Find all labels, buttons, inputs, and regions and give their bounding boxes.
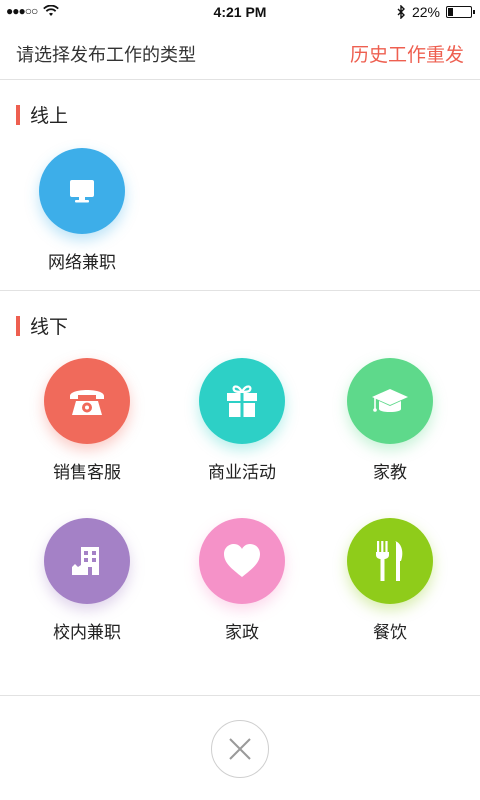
battery-percent: 22% [411,4,440,20]
category-catering-circle [347,518,433,604]
fork-knife-icon [376,541,403,581]
close-button[interactable] [211,720,269,778]
section-title-online-label: 线上 [30,105,69,127]
category-tutoring-circle [347,358,433,444]
category-campus-job-label: 校内兼职 [53,623,121,643]
heart-icon [224,544,260,577]
battery-level [448,8,453,16]
category-online-job-label: 网络兼职 [48,253,116,273]
section-title-offline-label: 线下 [30,316,69,338]
battery-icon [446,6,475,18]
bluetooth-icon [397,5,405,19]
category-business-event-label: 商业活动 [208,463,276,483]
category-sales-service[interactable]: 销售客服 [17,358,157,483]
category-business-event-circle [199,358,285,444]
page-title: 请选择发布工作的类型 [16,45,196,66]
category-online-job[interactable]: 网络兼职 [12,148,152,273]
telephone-icon [70,390,104,415]
category-housekeeping-label: 家政 [225,623,259,643]
category-catering-label: 餐饮 [373,623,407,643]
category-sales-service-label: 销售客服 [53,463,121,483]
section-marker [16,104,20,125]
category-business-event[interactable]: 商业活动 [172,358,312,483]
category-catering[interactable]: 餐饮 [320,518,460,643]
category-campus-job-circle [44,518,130,604]
graduation-cap-icon [372,389,408,412]
section-marker [16,315,20,336]
footer-divider [0,695,480,696]
close-icon [229,738,251,760]
gift-icon [227,385,257,417]
category-housekeeping[interactable]: 家政 [172,518,312,643]
category-housekeeping-circle [199,518,285,604]
category-online-job-circle [39,148,125,234]
section-divider [0,290,480,291]
category-sales-service-circle [44,358,130,444]
category-tutoring[interactable]: 家教 [320,358,460,483]
history-repost-button[interactable]: 历史工作重发 [350,40,464,67]
status-bar: ●●●○○ 4:21 PM 22% [0,0,480,24]
status-bar-right: 22% [397,4,475,20]
section-title-offline: 线下 [16,312,68,339]
category-tutoring-label: 家教 [373,463,407,483]
monitor-icon [70,180,94,203]
header: 请选择发布工作的类型 历史工作重发 [0,24,480,80]
category-campus-job[interactable]: 校内兼职 [17,518,157,643]
building-icon [72,547,99,575]
section-title-online: 线上 [16,101,68,128]
